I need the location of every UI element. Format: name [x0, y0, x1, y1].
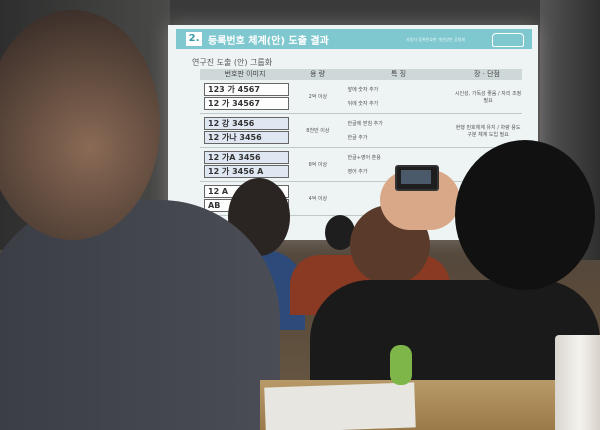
feature-text: 뒤에 숫자 추가	[347, 101, 379, 108]
license-plate: 12 가나 3456	[204, 131, 289, 144]
slide-number: 2.	[186, 32, 202, 46]
audience-head-right	[455, 140, 595, 290]
capacity-cell: 8천만 이상	[306, 128, 330, 134]
slide-subtitle: 자동차 등록번호판 개선방안 공청회	[406, 37, 466, 42]
license-plate: 12 가A 3456	[204, 151, 289, 164]
phone-screen	[401, 170, 431, 184]
header-cell: 장 · 단점	[474, 70, 500, 78]
table-row: 12 강 3456 12 가나 3456 8천만 이상 한글에 받침 추가 한글…	[200, 114, 522, 148]
capacity-cell: 4억 이상	[308, 196, 328, 202]
table-header: 번호판 이미지 용 량 특 징 장 · 단점	[200, 69, 522, 80]
header-cell: 특 징	[390, 70, 407, 78]
slide-header-bar: 2. 등록번호 체계(안) 도출 결과 자동차 등록번호판 개선방안 공청회	[176, 29, 532, 49]
paper-cup	[555, 335, 600, 430]
conference-room-scene: 2. 등록번호 체계(안) 도출 결과 자동차 등록번호판 개선방안 공청회 연…	[0, 0, 600, 430]
foreground-person-left	[0, 200, 280, 430]
paper-sheet	[264, 382, 416, 430]
header-cell: 번호판 이미지	[224, 70, 266, 78]
license-plate: 12 강 3456	[204, 117, 289, 130]
license-plate: 12 가 3456 A	[204, 165, 289, 178]
capacity-cell: 2억 이상	[308, 94, 328, 100]
green-pen	[390, 345, 412, 385]
section-label: 연구진 도출 (안) 그룹화	[192, 58, 273, 67]
header-cell: 용 량	[309, 70, 326, 78]
slide-title: 등록번호 체계(안) 도출 결과	[208, 36, 329, 47]
feature-text: 앞에 숫자 추가	[347, 86, 379, 93]
capacity-cell: 8억 이상	[308, 162, 328, 168]
feature-text: 한글+영어 혼용	[347, 154, 381, 161]
smartphone-icon	[395, 165, 439, 191]
car-icon	[492, 33, 524, 47]
feature-text: 한글 추가	[347, 135, 368, 142]
license-plate: 123 가 4567	[204, 83, 289, 96]
license-plate: 12 가 34567	[204, 97, 289, 110]
feature-text: 한글에 받침 추가	[347, 120, 383, 127]
pros-cons-cell: 시인성, 가독성 좋음 / 자리 조정 필요	[454, 90, 522, 104]
table-row: 123 가 4567 12 가 34567 2억 이상 앞에 숫자 추가 뒤에 …	[200, 80, 522, 114]
